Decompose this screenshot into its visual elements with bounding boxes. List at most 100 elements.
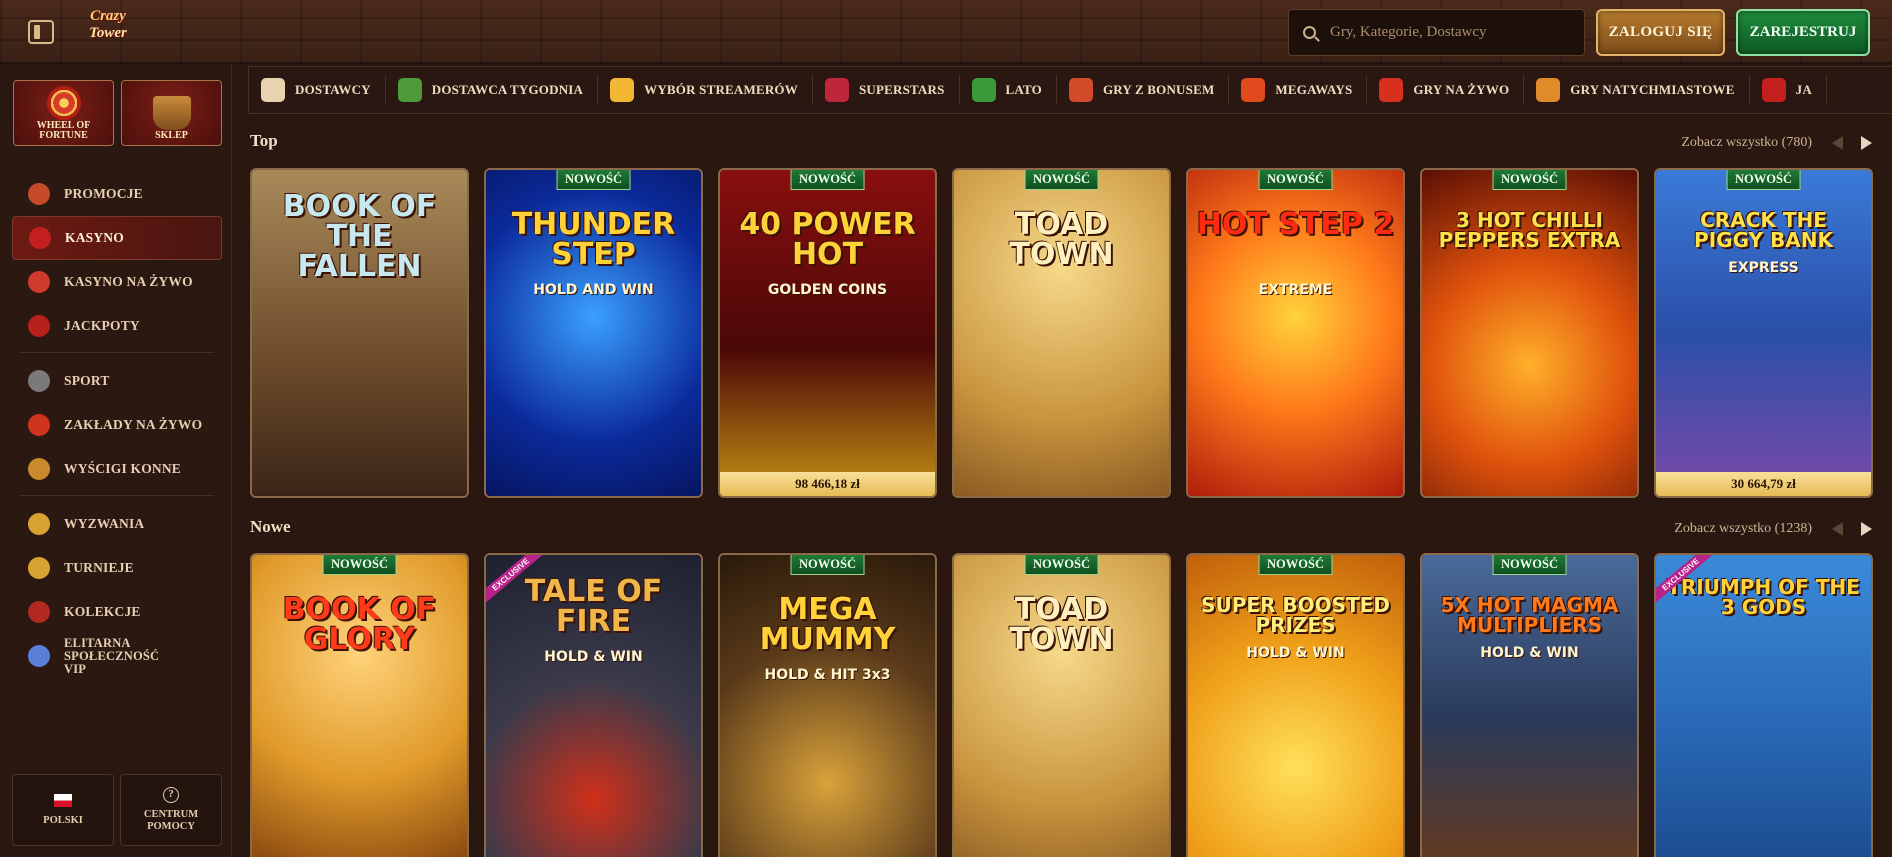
- top-header: Crazy Tower ZALOGUJ SIĘ ZAREJESTRUJ: [0, 0, 1892, 64]
- cherries-icon: [29, 227, 51, 249]
- giftbox-icon: [1068, 78, 1093, 102]
- search-input[interactable]: [1330, 24, 1560, 41]
- jackpot-amount: 30 664,79 zł: [1656, 472, 1871, 496]
- game-title: 40 POWER HOT: [739, 207, 916, 272]
- arrow-left-icon[interactable]: [1832, 522, 1843, 536]
- game-card[interactable]: TOAD TOWN NOWOŚĆ: [952, 168, 1171, 498]
- arrow-right-icon[interactable]: [1861, 136, 1872, 150]
- new-badge: NOWOŚĆ: [1726, 170, 1801, 190]
- category-label: LATO: [1005, 82, 1042, 97]
- sidebar-item-kasyno[interactable]: KASYNO: [12, 216, 222, 260]
- sidebar-item-elitarna-społeczność-vip[interactable]: ELITARNA SPOŁECZNOŚĆ VIP: [12, 634, 222, 678]
- game-card[interactable]: CRACK THE PIGGY BANK EXPRESS NOWOŚĆ 30 664,…: [1654, 168, 1873, 498]
- top-carousel-arrows: [1832, 136, 1872, 150]
- category-10[interactable]: JA: [1750, 75, 1827, 105]
- category-4[interactable]: SUPERSTARS: [813, 75, 960, 105]
- see-all-new-link[interactable]: Zobacz wszystko (1238): [1674, 521, 1812, 537]
- login-button[interactable]: ZALOGUJ SIĘ: [1596, 9, 1725, 56]
- game-title: 5X HOT MAGMA MULTIPLIERS: [1440, 593, 1619, 637]
- arrow-left-icon[interactable]: [1832, 136, 1843, 150]
- game-title: SUPER BOOSTED PRIZES: [1201, 593, 1390, 637]
- game-card[interactable]: BOOK OF GLORY NOWOŚĆ: [250, 553, 469, 857]
- new-badge: NOWOŚĆ: [556, 170, 631, 190]
- category-6[interactable]: GRY Z BONUSEM: [1057, 75, 1230, 105]
- wheel-of-fortune-tile[interactable]: WHEEL OF FORTUNE: [13, 80, 114, 146]
- sidebar-item-sport[interactable]: SPORT: [12, 359, 222, 403]
- sidebar-item-wyścigi-konne[interactable]: WYŚCIGI KONNE: [12, 447, 222, 491]
- football-icon: [28, 370, 50, 392]
- game-card[interactable]: 5X HOT MAGMA MULTIPLIERS HOLD & WIN NOWOŚĆ: [1420, 553, 1639, 857]
- sidebar-item-turnieje[interactable]: TURNIEJE: [12, 546, 222, 590]
- sidebar-item-kasyno-na-żywo[interactable]: KASYNO NA ŻYWO: [12, 260, 222, 304]
- game-card[interactable]: BOOK OF THE FALLEN: [250, 168, 469, 498]
- sidebar-item-jackpoty[interactable]: JACKPOTY: [12, 304, 222, 348]
- m-icon: [1241, 78, 1266, 102]
- game-title: 3 HOT CHILLI PEPPERS EXTRA: [1438, 208, 1621, 252]
- search-icon: [1303, 26, 1316, 39]
- category-label: GRY Z BONUSEM: [1102, 82, 1215, 97]
- category-label: GRY NATYCHMIASTOWE: [1570, 82, 1735, 97]
- sidebar-item-promocje[interactable]: PROMOCJE: [12, 172, 222, 216]
- logo-line-2: Tower: [89, 25, 127, 41]
- category-5[interactable]: LATO: [960, 75, 1057, 105]
- game-subtitle: HOLD & WIN: [544, 649, 643, 665]
- game-card[interactable]: HOT STEP 2 EXTREME NOWOŚĆ: [1186, 168, 1405, 498]
- new-badge: NOWOŚĆ: [790, 170, 865, 190]
- game-card[interactable]: 3 HOT CHILLI PEPPERS EXTRA NOWOŚĆ: [1420, 168, 1639, 498]
- game-card[interactable]: TRIUMPH OF THE 3 GODS EXCLUSIVE: [1654, 553, 1873, 857]
- sidebar-item-zakłady-na-żywo[interactable]: ZAKŁADY NA ŻYWO: [12, 403, 222, 447]
- section-title-new: Nowe: [250, 517, 291, 536]
- help-center-button[interactable]: ? CENTRUM POMOCY: [120, 774, 222, 846]
- help-label: CENTRUM POMOCY: [143, 809, 199, 832]
- watermelon-icon: [971, 78, 996, 102]
- see-all-top-link[interactable]: Zobacz wszystko (780): [1681, 135, 1812, 151]
- game-subtitle: GOLDEN COINS: [767, 282, 888, 298]
- sidebar-item-kolekcje[interactable]: KOLEKCJE: [12, 590, 222, 634]
- category-label: MEGAWAYS: [1275, 82, 1353, 97]
- category-label: DOSTAWCY: [295, 82, 371, 97]
- sidebar-item-wyzwania[interactable]: WYZWANIA: [12, 502, 222, 546]
- language-selector[interactable]: POLSKI: [12, 774, 114, 846]
- game-card[interactable]: THUNDER STEP HOLD AND WIN NOWOŚĆ: [484, 168, 703, 498]
- game-title: BOOK OF THE FALLEN: [282, 189, 437, 284]
- sidebar-item-label: WYZWANIA: [64, 516, 145, 531]
- category-1[interactable]: DOSTAWCY: [249, 75, 386, 105]
- search-box[interactable]: [1288, 9, 1585, 56]
- game-card[interactable]: 40 POWER HOT GOLDEN COINS NOWOŚĆ 98 466,18 …: [718, 168, 937, 498]
- lightning-icon: [610, 78, 635, 102]
- gift-icon: [28, 183, 50, 205]
- tile-label: WHEEL OF FORTUNE: [36, 120, 91, 141]
- logo-line-1: Crazy: [90, 8, 126, 24]
- game-card[interactable]: MEGA MUMMY HOLD & HIT 3x3 NOWOŚĆ: [718, 553, 937, 857]
- sidebar-item-label: JACKPOTY: [64, 318, 140, 333]
- arrow-right-icon[interactable]: [1861, 522, 1872, 536]
- sidebar-item-label: KASYNO NA ŻYWO: [64, 274, 193, 289]
- live-icon: [28, 414, 50, 436]
- new-badge: NOWOŚĆ: [1492, 170, 1567, 190]
- game-title: TOAD TOWN: [1009, 592, 1114, 657]
- category-7[interactable]: MEGAWAYS: [1229, 75, 1368, 105]
- register-button[interactable]: ZAREJESTRUJ: [1736, 9, 1870, 56]
- category-9[interactable]: GRY NATYCHMIASTOWE: [1524, 75, 1750, 105]
- site-logo[interactable]: Crazy Tower: [80, 8, 136, 56]
- game-card[interactable]: TOAD TOWN NOWOŚĆ: [952, 553, 1171, 857]
- category-3[interactable]: WYBÓR STREAMERÓW: [598, 75, 813, 105]
- sidebar-item-label: KASYNO: [65, 230, 124, 245]
- game-card[interactable]: SUPER BOOSTED PRIZES HOLD & WIN NOWOŚĆ: [1186, 553, 1405, 857]
- basket-icon: [152, 96, 191, 130]
- sidebar-nav: PROMOCJE KASYNO KASYNO NA ŻYWO JACKPOTY SPOR…: [12, 172, 222, 678]
- game-subtitle: EXTREME: [1258, 282, 1333, 298]
- games-row-top: BOOK OF THE FALLEN THUNDER STEP HOLD AND W…: [250, 168, 1873, 498]
- game-card[interactable]: TALE OF FIRE HOLD & WIN EXCLUSIVE: [484, 553, 703, 857]
- category-8[interactable]: GRY NA ŻYWO: [1367, 75, 1525, 105]
- joystick-icon: [1536, 78, 1561, 102]
- new-badge: NOWOŚĆ: [1258, 170, 1333, 190]
- sidebar-divider: [20, 352, 214, 353]
- seven-icon: [1761, 78, 1786, 102]
- game-title: TRIUMPH OF THE 3 GODS: [1667, 575, 1860, 619]
- category-label: JA: [1795, 82, 1812, 97]
- category-2[interactable]: DOSTAWCA TYGODNIA: [386, 75, 599, 105]
- shop-tile[interactable]: SKLEP: [121, 80, 222, 146]
- new-badge: NOWOŚĆ: [790, 555, 865, 575]
- sidebar-toggle-icon[interactable]: [28, 20, 54, 44]
